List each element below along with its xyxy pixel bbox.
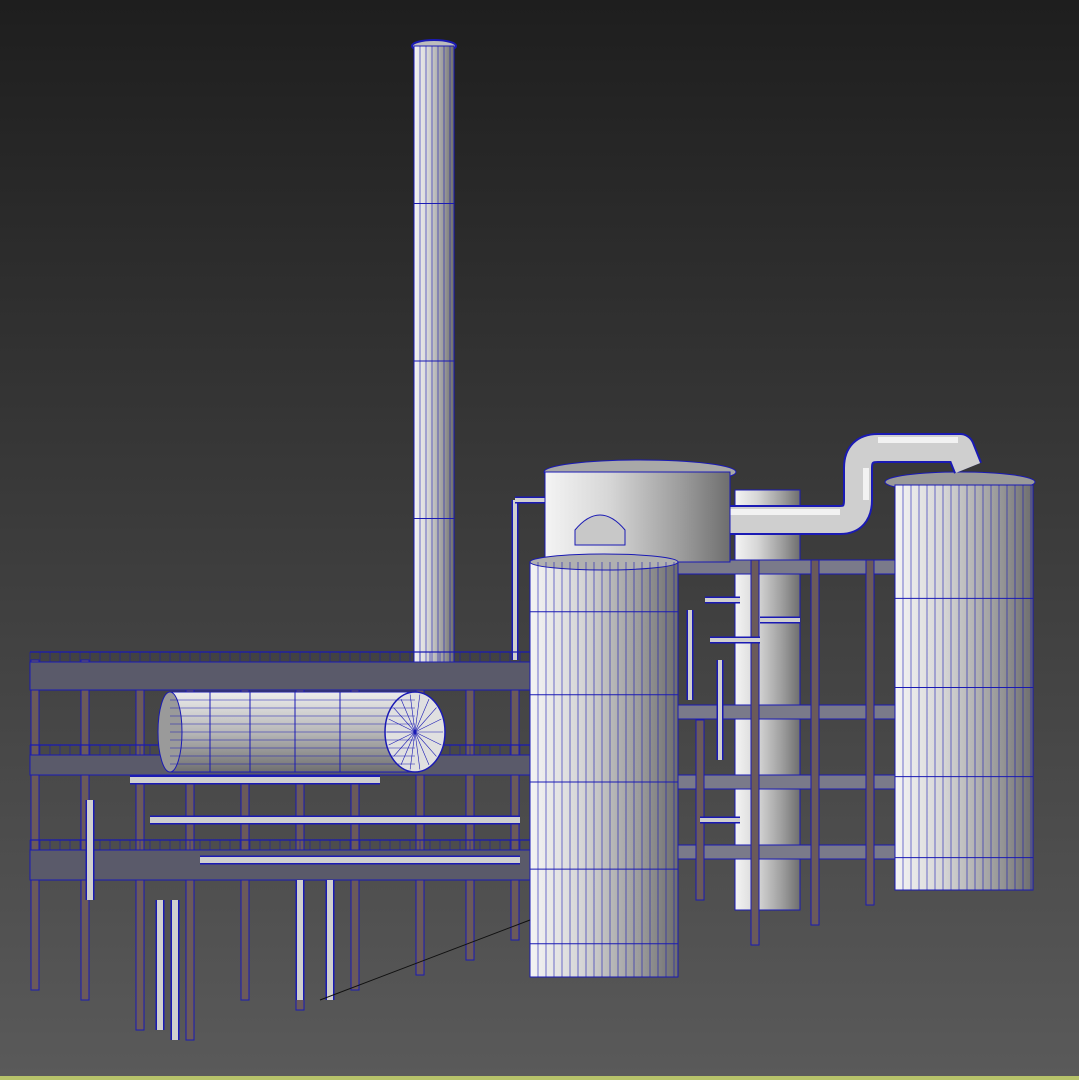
viewport-bottom-strip [0,1076,1079,1080]
refinery-wireframe-render [0,0,1079,1080]
right-column [884,471,1036,891]
chimney-stack [411,39,457,677]
3d-viewport[interactable] [0,0,1079,1080]
horizontal-drum [157,691,446,773]
